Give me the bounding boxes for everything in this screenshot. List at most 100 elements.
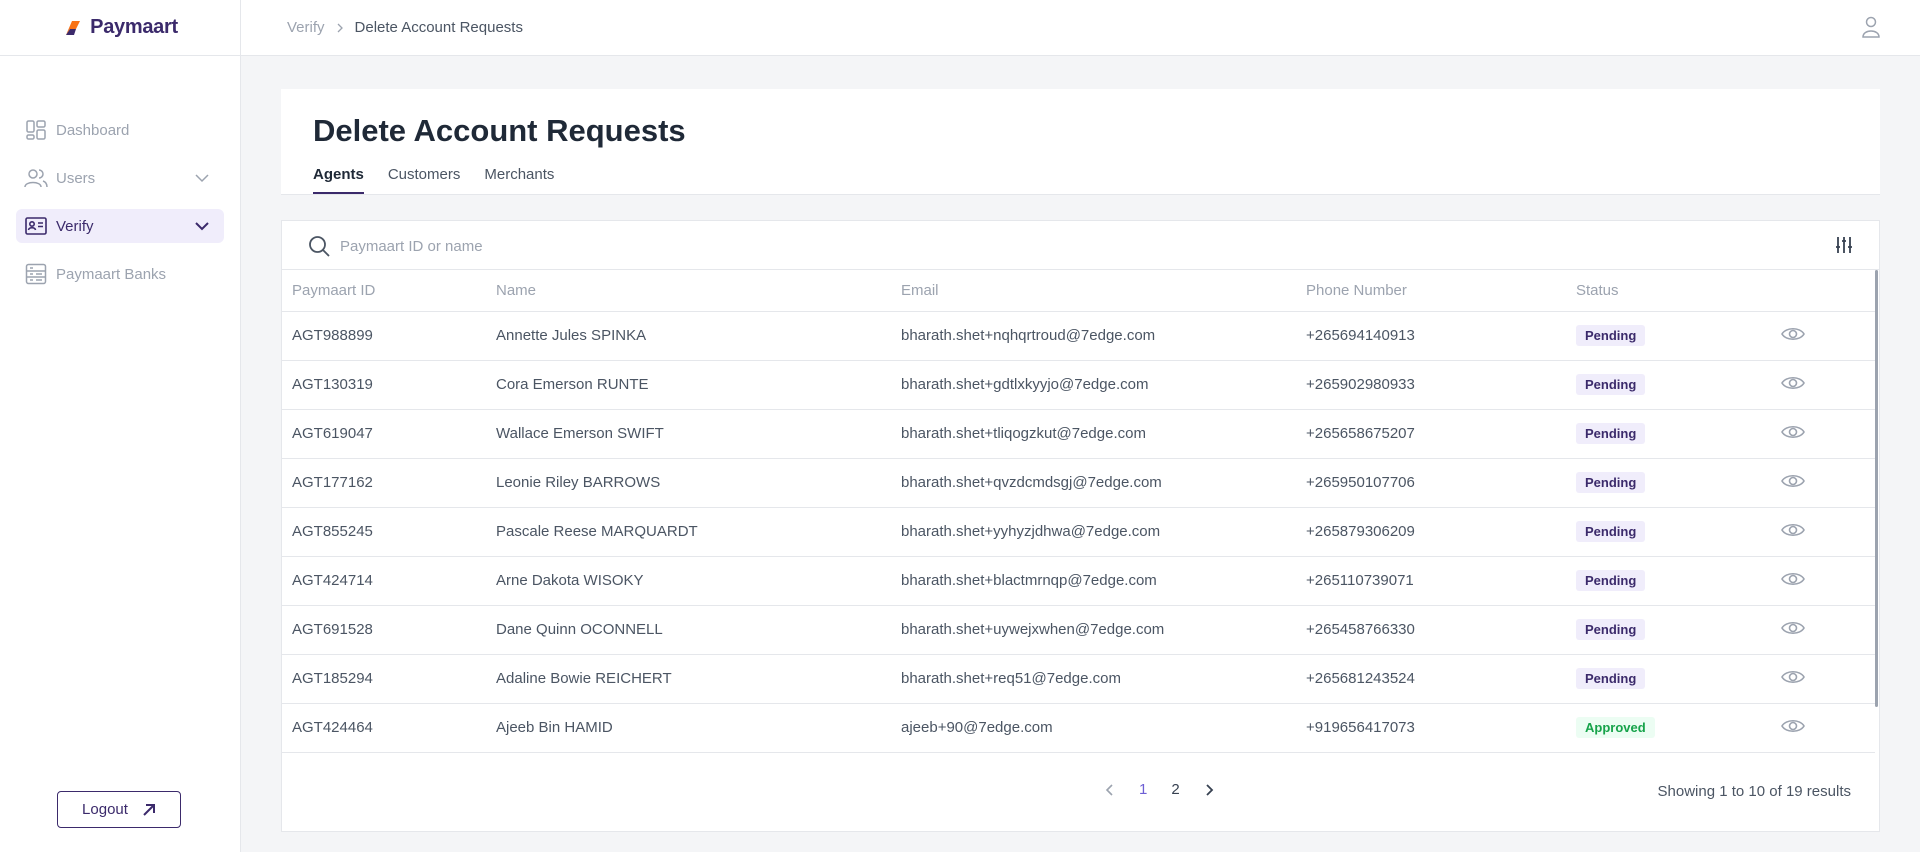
status-badge: Pending <box>1576 619 1646 640</box>
cell-name: Cora Emerson RUNTE <box>486 360 891 410</box>
status-badge: Pending <box>1576 521 1646 542</box>
cell-paymaart-id: AGT177162 <box>282 458 486 508</box>
page-title: Delete Account Requests <box>313 113 686 148</box>
page-number[interactable]: 2 <box>1171 781 1179 798</box>
cell-phone: +265110739071 <box>1296 556 1566 606</box>
cell-email: ajeeb+90@7edge.com <box>891 703 1296 753</box>
chevron-down-icon[interactable] <box>194 170 210 186</box>
cell-email: bharath.shet+tliqogzkut@7edge.com <box>891 409 1296 459</box>
cell-phone: +265902980933 <box>1296 360 1566 410</box>
brand-logo[interactable]: Paymaart <box>0 0 240 56</box>
cell-actions <box>1771 556 1875 606</box>
table-row[interactable]: AGT855245 Pascale Reese MARQUARDT bharath.… <box>282 507 1875 557</box>
cell-phone: +919656417073 <box>1296 703 1566 753</box>
cell-email: bharath.shet+uywejxwhen@7edge.com <box>891 605 1296 655</box>
page-number[interactable]: 1 <box>1139 781 1147 798</box>
cell-email: bharath.shet+qvzdcmdsgj@7edge.com <box>891 458 1296 508</box>
chevron-down-icon[interactable] <box>194 218 210 234</box>
cell-phone: +265879306209 <box>1296 507 1566 557</box>
filter-sliders-icon[interactable] <box>1835 236 1853 254</box>
table-row[interactable]: AGT691528 Dane Quinn OCONNELL bharath.shet… <box>282 605 1875 655</box>
table-row[interactable]: AGT185294 Adaline Bowie REICHERT bharath.s… <box>282 654 1875 704</box>
table-row[interactable]: AGT177162 Leonie Riley BARROWS bharath.she… <box>282 458 1875 508</box>
sidebar-item-verify[interactable]: Verify <box>16 209 224 243</box>
sidebar-item-dashboard[interactable]: Dashboard <box>16 113 224 147</box>
search-input[interactable] <box>340 233 940 259</box>
pagination: 1 2 <box>1105 781 1214 798</box>
status-badge: Pending <box>1576 423 1646 444</box>
cell-paymaart-id: AGT424464 <box>282 703 486 753</box>
column-header-actions <box>1771 270 1875 312</box>
breadcrumb-current: Delete Account Requests <box>354 19 523 36</box>
status-badge: Pending <box>1576 570 1646 591</box>
view-eye-icon[interactable] <box>1781 473 1805 489</box>
logout-button[interactable]: Logout <box>57 791 181 828</box>
cell-actions <box>1771 458 1875 508</box>
cell-status: Pending <box>1566 409 1771 459</box>
cell-phone: +265694140913 <box>1296 311 1566 361</box>
chevron-right-icon <box>337 23 343 32</box>
view-eye-icon[interactable] <box>1781 718 1805 734</box>
sidebar-item-label: Dashboard <box>56 121 130 139</box>
results-summary: Showing 1 to 10 of 19 results <box>1657 783 1851 800</box>
breadcrumb-parent[interactable]: Verify <box>287 19 325 36</box>
breadcrumb: Verify Delete Account Requests <box>287 19 523 36</box>
view-eye-icon[interactable] <box>1781 522 1805 538</box>
table-row[interactable]: AGT619047 Wallace Emerson SWIFT bharath.sh… <box>282 409 1875 459</box>
sidebar-item-users[interactable]: Users <box>16 161 224 195</box>
cell-email: bharath.shet+blactmrnqp@7edge.com <box>891 556 1296 606</box>
tab-merchants[interactable]: Merchants <box>484 166 554 194</box>
column-header-email: Email <box>891 270 1296 312</box>
cell-name: Arne Dakota WISOKY <box>486 556 891 606</box>
cell-email: bharath.shet+nqhqrtroud@7edge.com <box>891 311 1296 361</box>
column-header-status: Status <box>1566 270 1771 312</box>
logout-label: Logout <box>82 801 128 818</box>
cell-actions <box>1771 605 1875 655</box>
arrow-up-right-icon <box>143 803 155 816</box>
cell-paymaart-id: AGT424714 <box>282 556 486 606</box>
cell-actions <box>1771 507 1875 557</box>
next-page-icon[interactable] <box>1204 783 1214 796</box>
sidebar-nav: Dashboard Users Verify Paymaart Banks <box>16 113 224 305</box>
tab-agents[interactable]: Agents <box>313 166 364 194</box>
view-eye-icon[interactable] <box>1781 571 1805 587</box>
table-row[interactable]: AGT424464 Ajeeb Bin HAMID ajeeb+90@7edge.c… <box>282 703 1875 753</box>
cell-status: Pending <box>1566 556 1771 606</box>
view-eye-icon[interactable] <box>1781 620 1805 636</box>
status-badge: Approved <box>1576 717 1655 738</box>
cell-phone: +265458766330 <box>1296 605 1566 655</box>
search-icon <box>309 236 330 257</box>
top-bar: Verify Delete Account Requests <box>241 0 1920 56</box>
table-row[interactable]: AGT130319 Cora Emerson RUNTE bharath.shet+… <box>282 360 1875 410</box>
view-eye-icon[interactable] <box>1781 424 1805 440</box>
users-icon <box>24 166 48 190</box>
cell-status: Pending <box>1566 605 1771 655</box>
cell-paymaart-id: AGT855245 <box>282 507 486 557</box>
cell-name: Ajeeb Bin HAMID <box>486 703 891 753</box>
view-eye-icon[interactable] <box>1781 669 1805 685</box>
previous-page-icon[interactable] <box>1105 783 1115 796</box>
cell-status: Pending <box>1566 311 1771 361</box>
cell-status: Pending <box>1566 507 1771 557</box>
table-row[interactable]: AGT424714 Arne Dakota WISOKY bharath.shet+… <box>282 556 1875 606</box>
cell-actions <box>1771 409 1875 459</box>
column-header-phone: Phone Number <box>1296 270 1566 312</box>
table-scrollbar[interactable] <box>1875 270 1878 707</box>
page-header: Delete Account Requests Agents Customers… <box>281 89 1880 195</box>
table-row[interactable]: AGT988899 Annette Jules SPINKA bharath.she… <box>282 311 1875 361</box>
tab-customers[interactable]: Customers <box>388 166 461 194</box>
cell-phone: +265681243524 <box>1296 654 1566 704</box>
requests-table: Paymaart ID Name Email Phone Number Stat… <box>282 270 1875 753</box>
view-eye-icon[interactable] <box>1781 375 1805 391</box>
status-badge: Pending <box>1576 668 1646 689</box>
bank-icon <box>24 262 48 286</box>
cell-email: bharath.shet+gdtlxkyyjo@7edge.com <box>891 360 1296 410</box>
view-eye-icon[interactable] <box>1781 326 1805 342</box>
user-profile-icon[interactable] <box>1862 16 1880 38</box>
sidebar-item-paymaart-banks[interactable]: Paymaart Banks <box>16 257 224 291</box>
cell-phone: +265950107706 <box>1296 458 1566 508</box>
table-header-row: Paymaart ID Name Email Phone Number Stat… <box>282 270 1875 312</box>
id-card-icon <box>24 214 48 238</box>
cell-phone: +265658675207 <box>1296 409 1566 459</box>
dashboard-icon <box>24 118 48 142</box>
